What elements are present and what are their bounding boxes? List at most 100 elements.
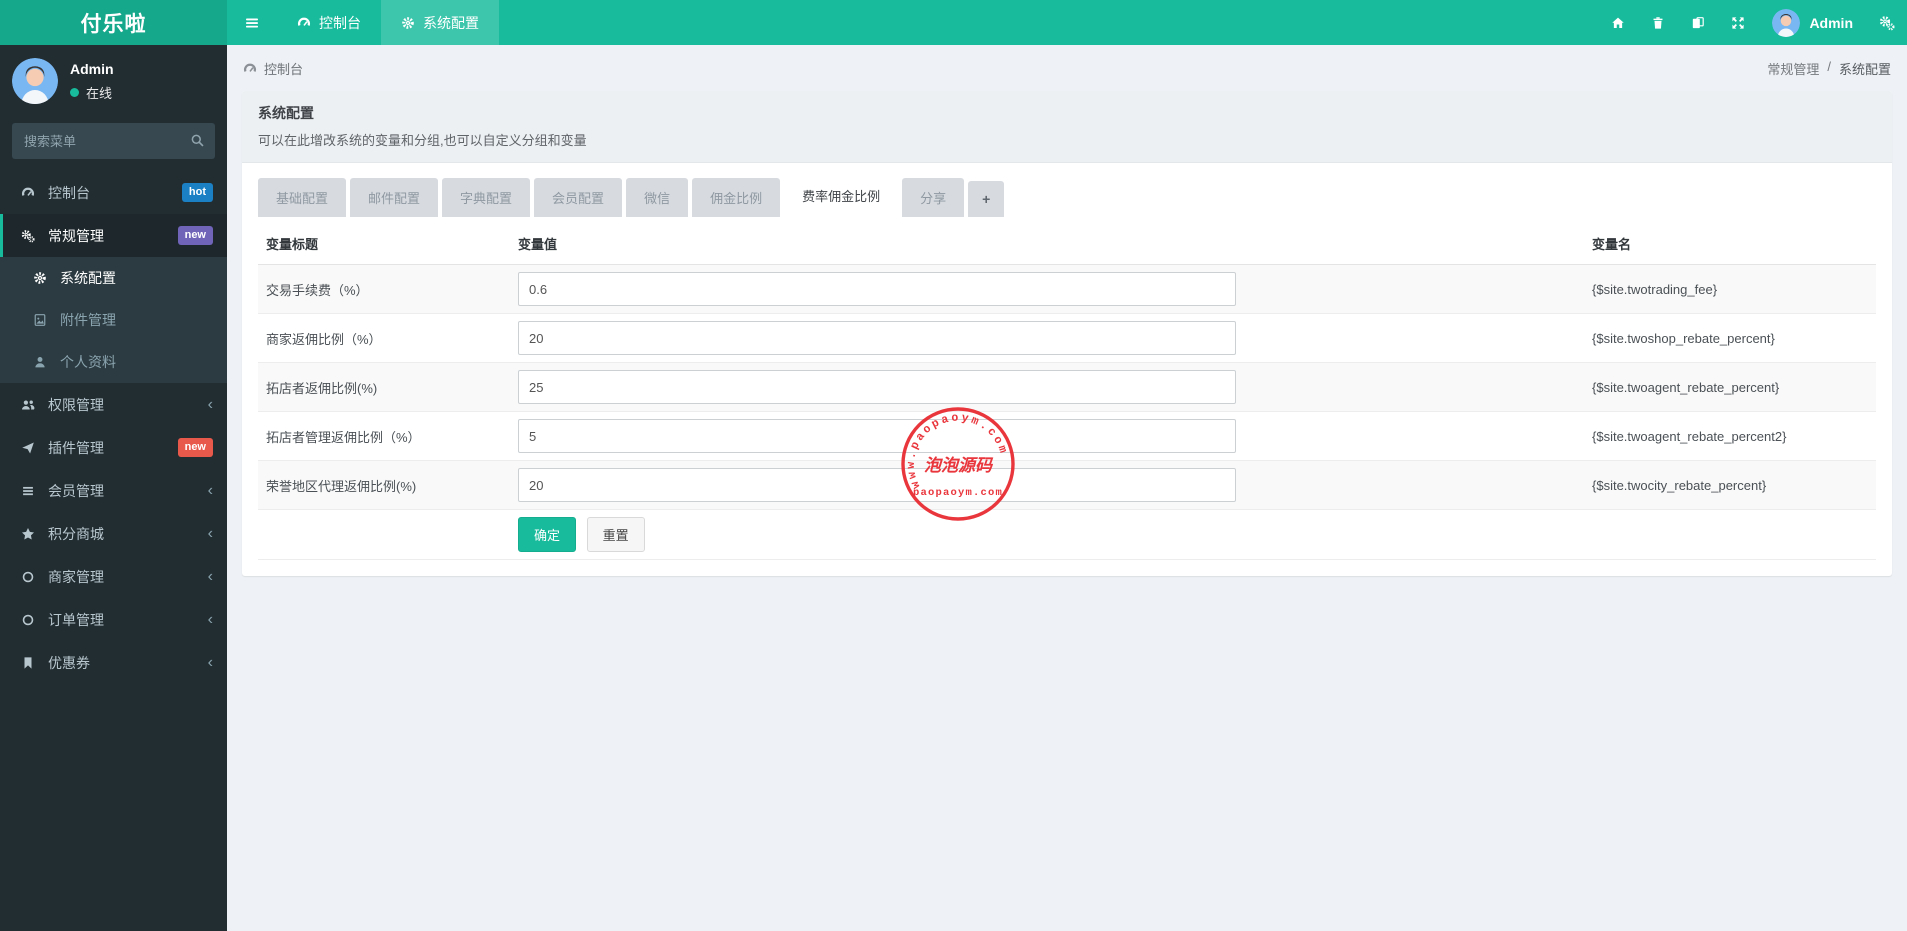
dashboard-icon — [21, 186, 35, 200]
user-icon — [33, 355, 47, 369]
top-header: 付乐啦 控制台 系统配置 Admin — [0, 0, 1907, 45]
city-rebate-input[interactable] — [518, 468, 1236, 502]
paper-plane-icon — [21, 441, 35, 455]
tab-share[interactable]: 分享 — [902, 178, 965, 217]
add-tab-button[interactable]: + — [968, 181, 1005, 217]
top-tab-system-config[interactable]: 系统配置 — [381, 0, 499, 45]
tab-member-config[interactable]: 会员配置 — [534, 178, 623, 217]
var-name: {$site.twoagent_rebate_percent2} — [1584, 411, 1876, 461]
sidebar-toggle-button[interactable] — [227, 0, 277, 45]
breadcrumb-dashboard[interactable]: 控制台 — [264, 59, 303, 78]
reset-button[interactable]: 重置 — [586, 517, 645, 552]
list-icon — [21, 484, 35, 498]
circle-icon — [21, 570, 35, 584]
sidebar-item-coupons[interactable]: 优惠券 — [0, 641, 227, 684]
sidebar-item-orders[interactable]: 订单管理 — [0, 598, 227, 641]
gear-icon — [33, 271, 47, 285]
table-row: 荣誉地区代理返佣比例(%) {$site.twocity_rebate_perc… — [258, 460, 1876, 510]
sidebar-submenu-general: 系统配置 附件管理 个人资料 — [0, 257, 227, 383]
chevron-left-icon — [208, 655, 213, 671]
brand-logo[interactable]: 付乐啦 — [0, 0, 227, 45]
sidebar-item-label: 积分商城 — [48, 525, 104, 542]
trash-icon — [1651, 16, 1665, 30]
panel-body: 基础配置 邮件配置 字典配置 会员配置 微信 佣金比例 费率佣金比例 分享 + — [242, 163, 1892, 576]
sidebar-search — [12, 123, 215, 159]
tab-commission-ratio[interactable]: 佣金比例 — [692, 178, 781, 217]
main-content: 控制台 常规管理 / 系统配置 系统配置 可以在此增改系统的变量和分组,也可以自… — [227, 45, 1907, 931]
topbar-right: Admin — [1598, 0, 1907, 45]
config-panel: 系统配置 可以在此增改系统的变量和分组,也可以自定义分组和变量 基础配置 邮件配… — [242, 91, 1892, 576]
online-status-dot — [70, 87, 79, 97]
content-header: 控制台 常规管理 / 系统配置 — [227, 45, 1907, 91]
tab-mail-config[interactable]: 邮件配置 — [350, 178, 439, 217]
online-status-label: 在线 — [86, 85, 113, 101]
tab-basic-config[interactable]: 基础配置 — [258, 178, 347, 217]
admin-app: 付乐啦 控制台 系统配置 Admin Admin 在线 搜索菜单 控制台 hot… — [0, 0, 1907, 931]
dashboard-icon — [297, 16, 311, 30]
new-badge: new — [177, 226, 213, 245]
sidebar-item-profile[interactable]: 个人资料 — [0, 341, 227, 383]
breadcrumb-right: 常规管理 / 系统配置 — [1767, 59, 1891, 78]
hot-badge: hot — [181, 183, 213, 202]
var-title: 商家返佣比例（%） — [258, 313, 510, 363]
trading-fee-input[interactable] — [518, 272, 1236, 306]
button-row: 确定 重置 — [258, 509, 1876, 560]
home-button[interactable] — [1598, 0, 1638, 45]
confirm-button[interactable]: 确定 — [518, 517, 577, 552]
topbar-user-menu[interactable]: Admin — [1758, 9, 1867, 37]
breadcrumb: 控制台 — [243, 59, 303, 78]
avatar[interactable] — [12, 58, 58, 104]
breadcrumb-current: 系统配置 — [1838, 62, 1891, 77]
avatar — [1772, 9, 1800, 37]
chevron-left-icon — [208, 526, 213, 542]
sidebar-item-label: 附件管理 — [60, 312, 116, 328]
agent-rebate-input[interactable] — [518, 370, 1236, 404]
new-badge: new — [177, 438, 213, 457]
fullscreen-button[interactable] — [1718, 0, 1758, 45]
tab-dictionary-config[interactable]: 字典配置 — [442, 178, 531, 217]
col-header-var-title: 变量标题 — [258, 223, 510, 265]
tab-wechat[interactable]: 微信 — [626, 178, 689, 217]
hamburger-icon — [244, 15, 260, 31]
chevron-left-icon — [208, 612, 213, 628]
top-nav: 控制台 系统配置 Admin — [227, 0, 1907, 45]
table-row: 交易手续费（%） {$site.twotrading_fee} — [258, 264, 1876, 314]
col-header-var-name: 变量名 — [1584, 223, 1876, 265]
sidebar-item-label: 会员管理 — [48, 482, 104, 499]
sidebar: Admin 在线 控制台 hot — [0, 45, 227, 931]
var-name: {$site.twoshop_rebate_percent} — [1584, 313, 1876, 363]
sidebar-item-dashboard[interactable]: 控制台 hot — [0, 171, 227, 214]
settings-button[interactable] — [1867, 0, 1907, 45]
top-tab-dashboard[interactable]: 控制台 — [277, 0, 381, 45]
sidebar-item-label: 优惠券 — [48, 654, 90, 671]
sidebar-item-points-mall[interactable]: 积分商城 — [0, 512, 227, 555]
sidebar-item-attachments[interactable]: 附件管理 — [0, 299, 227, 341]
bookmark-icon — [21, 656, 35, 670]
agent-manage-rebate-input[interactable] — [518, 419, 1236, 453]
home-icon — [1611, 16, 1625, 30]
sidebar-item-members[interactable]: 会员管理 — [0, 469, 227, 512]
shop-rebate-input[interactable] — [518, 321, 1236, 355]
var-title: 荣誉地区代理返佣比例(%) — [258, 460, 510, 510]
sidebar-item-system-config[interactable]: 系统配置 — [0, 257, 227, 299]
sidebar-item-merchants[interactable]: 商家管理 — [0, 555, 227, 598]
sidebar-item-plugins[interactable]: 插件管理 new — [0, 426, 227, 469]
table-row: 商家返佣比例（%） {$site.twoshop_rebate_percent} — [258, 313, 1876, 363]
search-icon[interactable] — [190, 133, 205, 148]
config-tabs: 基础配置 邮件配置 字典配置 会员配置 微信 佣金比例 费率佣金比例 分享 + — [258, 176, 1876, 217]
table-row: 拓店者返佣比例(%) {$site.twoagent_rebate_percen… — [258, 362, 1876, 412]
tab-rate-commission-ratio[interactable]: 费率佣金比例 — [784, 176, 899, 217]
var-title: 交易手续费（%） — [258, 264, 510, 314]
sidebar-item-label: 个人资料 — [60, 354, 116, 370]
breadcrumb-parent[interactable]: 常规管理 — [1767, 59, 1819, 78]
search-input[interactable] — [12, 123, 215, 159]
avatar-image — [1772, 9, 1800, 37]
language-button[interactable] — [1678, 0, 1718, 45]
sidebar-item-label: 订单管理 — [48, 611, 104, 628]
sidebar-item-general[interactable]: 常规管理 new — [0, 214, 227, 257]
page-title: 系统配置 — [258, 105, 314, 121]
sidebar-user-status: 在线 — [70, 83, 114, 102]
clear-cache-button[interactable] — [1638, 0, 1678, 45]
sidebar-item-label: 插件管理 — [48, 439, 104, 456]
sidebar-item-permissions[interactable]: 权限管理 — [0, 383, 227, 426]
